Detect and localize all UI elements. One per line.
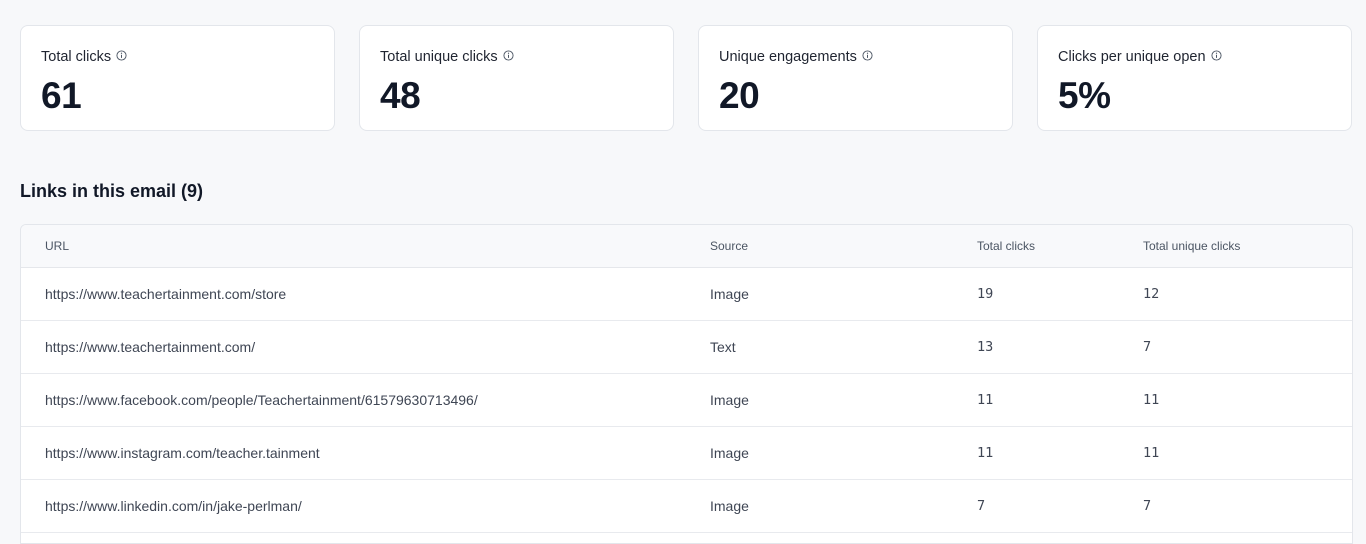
links-table: URL Source Total clicks Total unique cli… [20,224,1353,544]
stat-value: 48 [380,75,421,116]
stat-label: Unique engagements [719,49,857,65]
table-row: https://www.instagram.com/teacher.tainme… [21,427,1352,480]
links-section-title: Links in this email (9) [20,181,204,201]
stat-label-row: Unique engagements [719,48,992,66]
table-row: https://www.facebook.com/people/Teachert… [21,374,1352,427]
column-header-total-clicks[interactable]: Total clicks [977,239,1035,253]
link-url[interactable]: https://www.linkedin.com/in/jake-perlman… [45,498,302,514]
link-source: Image [710,286,749,302]
info-icon[interactable] [1210,50,1222,61]
stat-label: Total clicks [41,49,112,65]
column-header-total-unique-clicks[interactable]: Total unique clicks [1143,239,1240,253]
info-icon[interactable] [862,50,873,61]
stat-label-row: Total unique clicks [380,48,653,66]
link-source: Image [710,498,749,514]
stat-card-total-unique-clicks: Total unique clicks 48 [359,25,674,131]
column-header-source[interactable]: Source [710,239,748,253]
stat-value: 5% [1058,75,1111,116]
link-total-clicks: 7 [977,498,986,514]
stat-value: 20 [719,75,760,116]
stat-label: Clicks per unique open [1058,49,1206,65]
info-icon[interactable] [503,50,514,61]
table-row: https://www.teachertainment.com/store Im… [21,268,1352,321]
link-total-clicks: 19 [977,286,994,302]
stat-card-clicks-per-unique-open: Clicks per unique open 5% [1037,25,1352,131]
stat-card-unique-engagements: Unique engagements 20 [698,25,1013,131]
link-total-clicks: 11 [977,392,994,408]
link-source: Image [710,392,749,408]
table-header: URL Source Total clicks Total unique cli… [21,225,1352,268]
link-total-unique-clicks: 12 [1143,286,1160,302]
stat-label-row: Total clicks [41,48,314,66]
stat-value: 61 [41,75,82,116]
link-url[interactable]: https://www.teachertainment.com/ [45,339,255,355]
table-row: https://www.linkedin.com/in/jake-perlman… [21,480,1352,533]
link-source: Text [710,339,736,355]
link-total-unique-clicks: 7 [1143,339,1152,355]
stats-row: Total clicks 61 Total unique clicks 48 U… [20,25,1352,131]
column-header-url[interactable]: URL [45,239,69,253]
link-total-clicks: 13 [977,339,994,355]
stat-label-row: Clicks per unique open [1058,48,1331,66]
link-url[interactable]: https://www.instagram.com/teacher.tainme… [45,445,320,461]
link-url[interactable]: https://www.teachertainment.com/store [45,286,286,302]
link-total-clicks: 11 [977,445,994,461]
link-total-unique-clicks: 11 [1143,445,1160,461]
table-row: https://www.teachertainment.com/ Text 13… [21,321,1352,374]
info-icon[interactable] [116,50,127,61]
stat-card-total-clicks: Total clicks 61 [20,25,335,131]
link-total-unique-clicks: 7 [1143,498,1152,514]
link-total-unique-clicks: 11 [1143,392,1160,408]
link-url[interactable]: https://www.facebook.com/people/Teachert… [45,392,478,408]
stat-label: Total unique clicks [380,49,498,65]
link-source: Image [710,445,749,461]
